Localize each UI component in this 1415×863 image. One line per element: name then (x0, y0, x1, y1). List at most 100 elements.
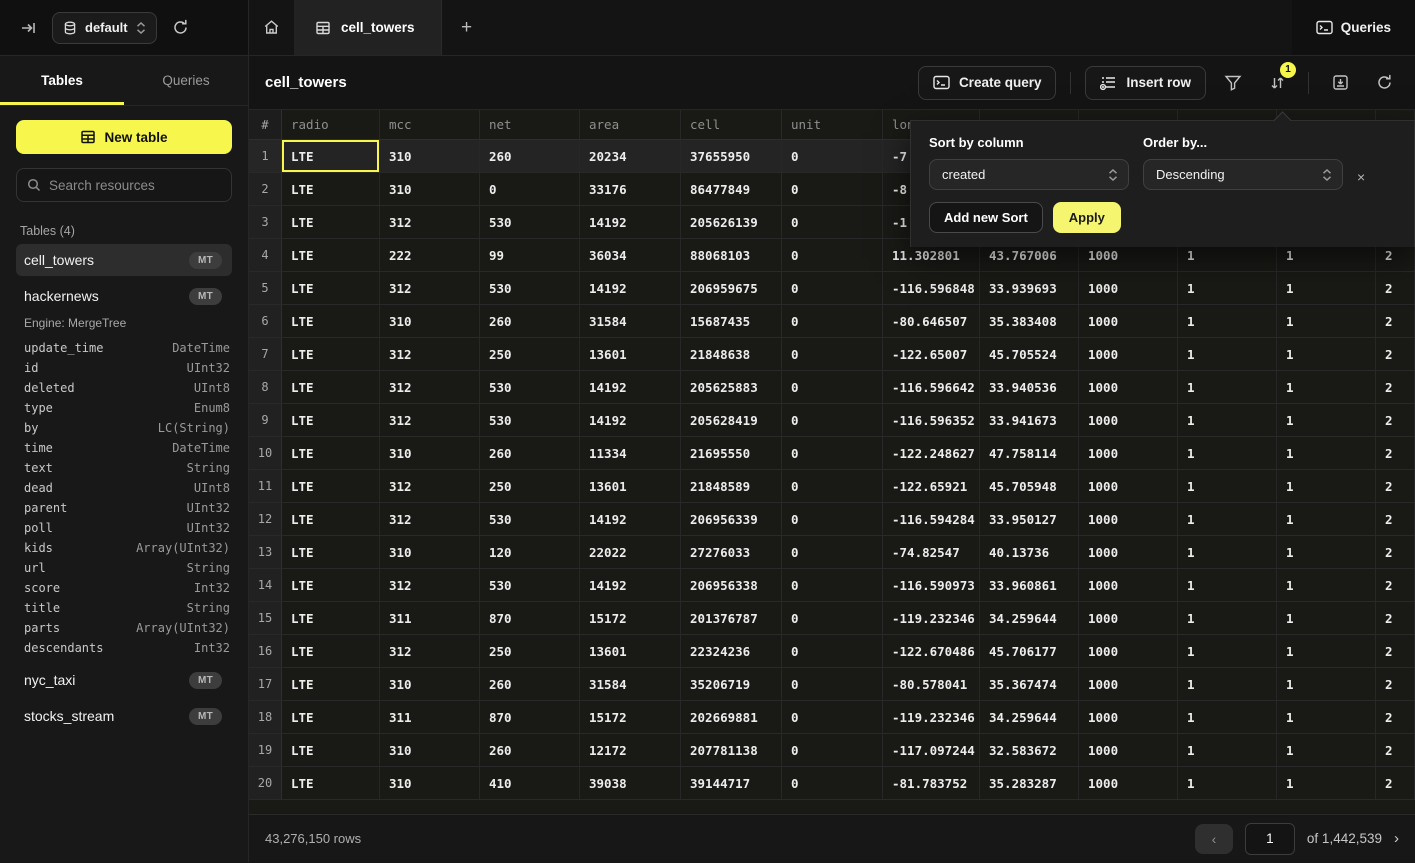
table-cell[interactable]: 2 (1376, 767, 1415, 799)
table-cell[interactable]: LTE (282, 569, 380, 601)
table-cell[interactable]: 312 (380, 371, 480, 403)
table-cell[interactable]: 45.705524 (980, 338, 1079, 370)
new-table-button[interactable]: New table (16, 120, 232, 154)
table-cell[interactable]: 120 (480, 536, 580, 568)
table-cell[interactable]: 2 (1376, 569, 1415, 601)
table-cell[interactable]: -116.596642 (883, 371, 980, 403)
add-new-sort-button[interactable]: Add new Sort (929, 202, 1043, 233)
table-cell[interactable]: 0 (782, 404, 883, 436)
table-cell[interactable]: 1 (1277, 272, 1376, 304)
table-cell[interactable]: 2 (1376, 470, 1415, 502)
table-cell[interactable]: 310 (380, 734, 480, 766)
table-cell[interactable]: -74.82547 (883, 536, 980, 568)
row-number-cell[interactable]: 6 (249, 305, 282, 337)
table-cell[interactable]: 2 (1376, 272, 1415, 304)
table-cell[interactable]: 530 (480, 404, 580, 436)
table-cell[interactable]: 312 (380, 206, 480, 238)
table-cell[interactable]: 0 (782, 602, 883, 634)
sidebar-tab-tables[interactable]: Tables (0, 56, 124, 105)
table-cell[interactable]: LTE (282, 668, 380, 700)
table-cell[interactable]: 0 (782, 140, 883, 172)
table-cell[interactable]: 0 (782, 371, 883, 403)
table-cell[interactable]: -81.783752 (883, 767, 980, 799)
table-cell[interactable]: 0 (782, 701, 883, 733)
table-cell[interactable]: LTE (282, 536, 380, 568)
table-cell[interactable]: 1 (1277, 404, 1376, 436)
table-cell[interactable]: 45.705948 (980, 470, 1079, 502)
table-cell[interactable]: 1 (1178, 338, 1277, 370)
table-cell[interactable]: 310 (380, 767, 480, 799)
table-cell[interactable]: 45.706177 (980, 635, 1079, 667)
table-cell[interactable]: 1 (1178, 404, 1277, 436)
table-cell[interactable]: 0 (480, 173, 580, 205)
table-cell[interactable]: 530 (480, 272, 580, 304)
table-cell[interactable]: 260 (480, 437, 580, 469)
table-cell[interactable]: LTE (282, 602, 380, 634)
column-header-mcc[interactable]: mcc (380, 110, 480, 139)
table-cell[interactable]: 15687435 (681, 305, 782, 337)
row-number-cell[interactable]: 16 (249, 635, 282, 667)
row-number-cell[interactable]: 11 (249, 470, 282, 502)
new-tab-button[interactable]: + (442, 0, 492, 55)
table-cell[interactable]: 0 (782, 272, 883, 304)
table-cell[interactable]: 13601 (580, 470, 681, 502)
table-cell[interactable]: -119.232346 (883, 602, 980, 634)
table-cell[interactable]: 310 (380, 536, 480, 568)
table-cell[interactable]: 35.283287 (980, 767, 1079, 799)
filter-button[interactable] (1216, 66, 1250, 100)
remove-sort-button[interactable]: × (1357, 169, 1365, 185)
table-cell[interactable]: 312 (380, 404, 480, 436)
table-cell[interactable]: 312 (380, 272, 480, 304)
table-cell[interactable]: 1 (1277, 569, 1376, 601)
table-cell[interactable]: 260 (480, 305, 580, 337)
table-cell[interactable]: 1 (1178, 668, 1277, 700)
sort-order-select[interactable]: Descending (1143, 159, 1343, 190)
table-cell[interactable]: 0 (782, 173, 883, 205)
table-cell[interactable]: 1 (1277, 602, 1376, 634)
table-cell[interactable]: 2 (1376, 503, 1415, 535)
table-cell[interactable]: 1000 (1079, 338, 1178, 370)
table-cell[interactable]: 530 (480, 206, 580, 238)
row-number-cell[interactable]: 9 (249, 404, 282, 436)
table-cell[interactable]: 1 (1178, 734, 1277, 766)
table-cell[interactable]: 13601 (580, 635, 681, 667)
table-cell[interactable]: 1000 (1079, 734, 1178, 766)
table-cell[interactable]: 33.941673 (980, 404, 1079, 436)
table-cell[interactable]: 1000 (1079, 536, 1178, 568)
table-cell[interactable]: 15172 (580, 602, 681, 634)
table-cell[interactable]: 21695550 (681, 437, 782, 469)
table-cell[interactable]: 14192 (580, 404, 681, 436)
table-cell[interactable]: 40.13736 (980, 536, 1079, 568)
table-cell[interactable]: 530 (480, 371, 580, 403)
table-cell[interactable]: 1000 (1079, 701, 1178, 733)
table-cell[interactable]: 530 (480, 569, 580, 601)
table-cell[interactable]: 1 (1277, 734, 1376, 766)
table-cell[interactable]: 1000 (1079, 470, 1178, 502)
table-cell[interactable]: 1 (1178, 470, 1277, 502)
refresh-table-button[interactable] (1367, 66, 1401, 100)
table-cell[interactable]: LTE (282, 437, 380, 469)
table-cell[interactable]: 33.939693 (980, 272, 1079, 304)
download-button[interactable] (1323, 66, 1357, 100)
table-cell[interactable]: 1000 (1079, 404, 1178, 436)
table-cell[interactable]: 0 (782, 338, 883, 370)
sidebar-item-stocks-stream[interactable]: stocks_stream MT (16, 700, 232, 732)
table-cell[interactable]: 0 (782, 239, 883, 271)
table-cell[interactable]: -116.590973 (883, 569, 980, 601)
table-cell[interactable]: 22324236 (681, 635, 782, 667)
table-cell[interactable]: -116.594284 (883, 503, 980, 535)
table-cell[interactable]: 39144717 (681, 767, 782, 799)
table-cell[interactable]: 2 (1376, 305, 1415, 337)
row-number-cell[interactable]: 12 (249, 503, 282, 535)
table-cell[interactable]: 1000 (1079, 437, 1178, 469)
table-cell[interactable]: 312 (380, 338, 480, 370)
table-cell[interactable]: 34.259644 (980, 701, 1079, 733)
sort-column-select[interactable]: created (929, 159, 1129, 190)
table-cell[interactable]: 1 (1178, 569, 1277, 601)
table-cell[interactable]: 33.950127 (980, 503, 1079, 535)
table-cell[interactable]: 21848589 (681, 470, 782, 502)
row-number-cell[interactable]: 2 (249, 173, 282, 205)
table-cell[interactable]: 99 (480, 239, 580, 271)
table-cell[interactable]: 1 (1277, 635, 1376, 667)
table-cell[interactable]: -80.646507 (883, 305, 980, 337)
